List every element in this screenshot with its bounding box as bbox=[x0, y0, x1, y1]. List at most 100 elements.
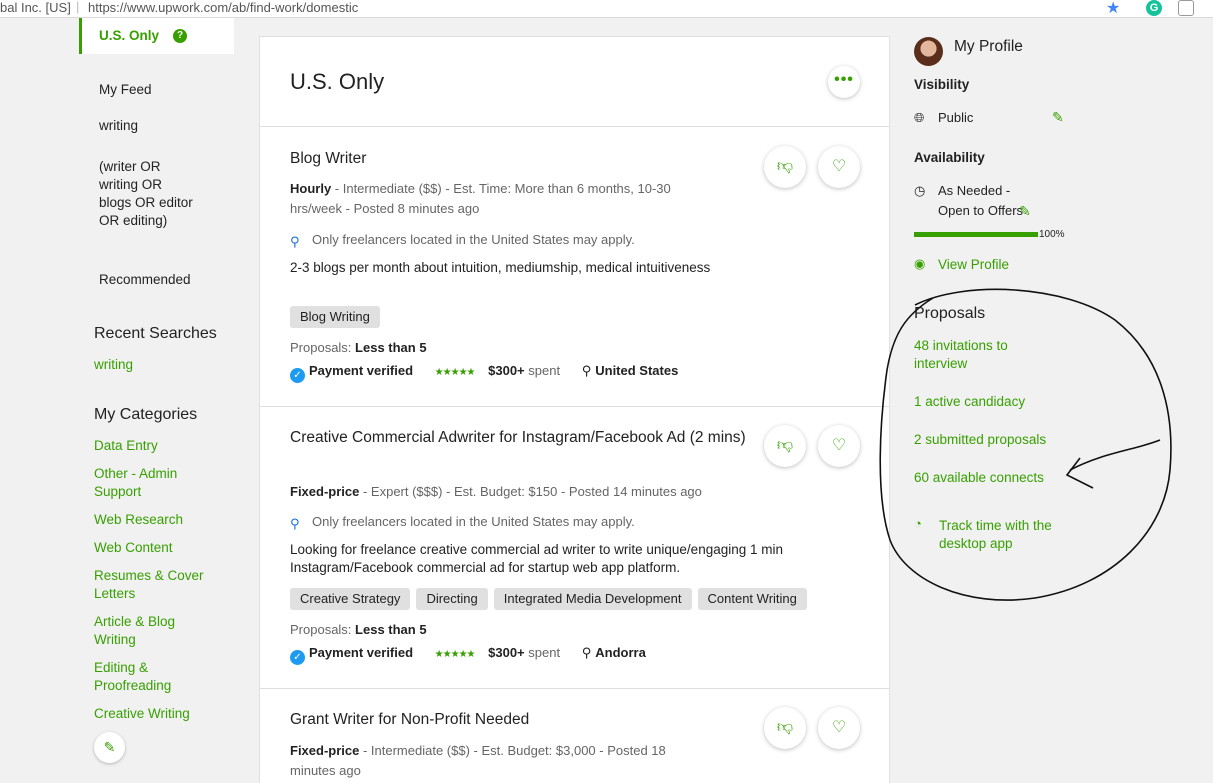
sidebar-item-writing[interactable]: writing bbox=[99, 117, 219, 135]
category-item[interactable]: Web Research bbox=[94, 511, 234, 529]
spent-label: spent bbox=[528, 645, 560, 660]
category-item[interactable]: Article & Blog Writing bbox=[94, 613, 199, 649]
location-pin-icon: ⚲ bbox=[290, 516, 302, 530]
available-connects-link[interactable]: 60 available connects bbox=[914, 469, 1084, 487]
thumbs-down-icon: 👎︎ bbox=[777, 158, 793, 175]
skill-tag[interactable]: Content Writing bbox=[698, 588, 807, 610]
job-tile[interactable]: Grant Writer for Non-Profit Needed 👎︎ ♡ … bbox=[260, 689, 889, 783]
job-meta: Hourly - Intermediate ($$) - Est. Time: … bbox=[290, 179, 720, 219]
location-pin-icon: ⚲ bbox=[582, 645, 592, 661]
job-type: Fixed-price bbox=[290, 743, 359, 758]
location-pin-icon: ⚲ bbox=[290, 234, 302, 248]
dislike-button[interactable]: 👎︎ bbox=[764, 425, 806, 467]
sidebar-item-recommended[interactable]: Recommended bbox=[99, 271, 219, 289]
skill-tag[interactable]: Creative Strategy bbox=[290, 588, 410, 610]
heart-icon: ♡ bbox=[832, 158, 846, 175]
help-icon[interactable]: ? bbox=[173, 29, 187, 43]
sidebar-item-label: U.S. Only bbox=[99, 28, 159, 43]
active-candidacy-link[interactable]: 1 active candidacy bbox=[914, 393, 1064, 411]
edit-availability-button[interactable]: ✎ bbox=[1019, 203, 1031, 220]
proposals-value: Less than 5 bbox=[355, 340, 427, 355]
skill-tags: Creative Strategy Directing Integrated Med… bbox=[290, 588, 813, 610]
dislike-button[interactable]: 👎︎ bbox=[764, 707, 806, 749]
category-item[interactable]: Web Content bbox=[94, 539, 234, 557]
availability-heading: Availability bbox=[914, 150, 985, 165]
skill-tag[interactable]: Integrated Media Development bbox=[494, 588, 692, 610]
category-item[interactable]: Resumes & Cover Letters bbox=[94, 567, 219, 603]
location-restriction: ⚲ Only freelancers located in the United … bbox=[290, 232, 635, 248]
bookmark-star-icon[interactable]: ★ bbox=[1106, 0, 1120, 18]
save-job-button[interactable]: ♡ bbox=[818, 425, 860, 467]
separator: | bbox=[76, 0, 79, 14]
timer-icon: ◔ bbox=[914, 516, 922, 531]
location-note: Only freelancers located in the United S… bbox=[312, 514, 635, 529]
job-type: Fixed-price bbox=[290, 484, 359, 499]
save-job-button[interactable]: ♡ bbox=[818, 146, 860, 188]
edit-visibility-button[interactable]: ✎ bbox=[1052, 109, 1064, 126]
extension-icon[interactable] bbox=[1178, 0, 1194, 16]
spent-amount: $300+ bbox=[488, 363, 525, 378]
site-identity[interactable]: bal Inc. [US] bbox=[0, 0, 71, 15]
job-title[interactable]: Blog Writer bbox=[290, 147, 760, 170]
save-job-button[interactable]: ♡ bbox=[818, 707, 860, 749]
job-title[interactable]: Grant Writer for Non-Profit Needed bbox=[290, 708, 760, 731]
job-description: Looking for freelance creative commercia… bbox=[290, 541, 870, 577]
avatar[interactable] bbox=[914, 37, 943, 66]
heart-icon: ♡ bbox=[832, 437, 846, 454]
profile-completeness-bar bbox=[914, 232, 1038, 237]
category-item[interactable]: Creative Writing bbox=[94, 705, 234, 723]
skill-tags: Blog Writing bbox=[290, 306, 386, 328]
clock-icon: ◷ bbox=[914, 183, 925, 199]
edit-categories-button[interactable]: ✎ bbox=[94, 732, 125, 763]
sidebar-item-saved-search[interactable]: (writer OR writing OR blogs OR editor OR… bbox=[99, 158, 194, 230]
visibility-value: Public bbox=[938, 108, 973, 128]
sidebar-item-us-only[interactable]: U.S. Only ? bbox=[79, 18, 234, 54]
proposals-count: Proposals: Less than 5 bbox=[290, 340, 427, 355]
client-info: ✓Payment verified ★★★★★ $300+ spent ⚲And… bbox=[290, 645, 646, 665]
job-type: Hourly bbox=[290, 181, 331, 196]
location-pin-icon: ⚲ bbox=[582, 363, 592, 379]
client-country: Andorra bbox=[595, 645, 646, 660]
spent-label: spent bbox=[528, 363, 560, 378]
verified-icon: ✓ bbox=[290, 368, 305, 383]
eye-icon: ◉ bbox=[914, 256, 925, 272]
view-profile-link[interactable]: View Profile bbox=[938, 256, 1088, 274]
dislike-button[interactable]: 👎︎ bbox=[764, 146, 806, 188]
proposals-label: Proposals: bbox=[290, 622, 351, 637]
grammarly-extension-icon[interactable]: G bbox=[1146, 0, 1162, 16]
heart-icon: ♡ bbox=[832, 719, 846, 736]
proposals-heading: Proposals bbox=[914, 305, 985, 323]
skill-tag[interactable]: Directing bbox=[416, 588, 487, 610]
verified-icon: ✓ bbox=[290, 650, 305, 665]
thumbs-down-icon: 👎︎ bbox=[777, 719, 793, 736]
client-country: United States bbox=[595, 363, 678, 378]
skill-tag[interactable]: Blog Writing bbox=[290, 306, 380, 328]
url-field[interactable]: https://www.upwork.com/ab/find-work/dome… bbox=[88, 0, 358, 15]
category-item[interactable]: Data Entry bbox=[94, 437, 234, 455]
rating-stars-icon: ★★★★★ bbox=[435, 367, 475, 378]
my-categories-heading: My Categories bbox=[94, 406, 197, 424]
category-item[interactable]: Editing & Proofreading bbox=[94, 659, 194, 695]
globe-icon: 🌐︎ bbox=[914, 110, 924, 126]
payment-status: Payment verified bbox=[309, 645, 413, 660]
category-item[interactable]: Other - Admin Support bbox=[94, 465, 204, 501]
location-note: Only freelancers located in the United S… bbox=[312, 232, 635, 247]
invitations-link[interactable]: 48 invitations to interview bbox=[914, 337, 1039, 373]
spent-amount: $300+ bbox=[488, 645, 525, 660]
page-title: U.S. Only bbox=[290, 69, 384, 95]
proposals-count: Proposals: Less than 5 bbox=[290, 622, 427, 637]
profile-title[interactable]: My Profile bbox=[954, 38, 1023, 56]
job-details: - Intermediate ($$) - Est. Time: More th… bbox=[290, 181, 671, 216]
job-tile[interactable]: Creative Commercial Adwriter for Instagr… bbox=[260, 407, 889, 689]
track-time-link[interactable]: Track time with the desktop app bbox=[939, 517, 1064, 553]
location-restriction: ⚲ Only freelancers located in the United … bbox=[290, 514, 635, 530]
sidebar-item-my-feed[interactable]: My Feed bbox=[99, 81, 219, 99]
submitted-proposals-link[interactable]: 2 submitted proposals bbox=[914, 431, 1084, 449]
more-options-button[interactable]: ••• bbox=[828, 66, 860, 98]
job-tile[interactable]: Blog Writer 👎︎ ♡ Hourly - Intermediate (… bbox=[260, 127, 889, 407]
recent-search-item[interactable]: writing bbox=[94, 356, 234, 374]
visibility-heading: Visibility bbox=[914, 77, 969, 92]
job-title[interactable]: Creative Commercial Adwriter for Instagr… bbox=[290, 426, 760, 449]
thumbs-down-icon: 👎︎ bbox=[777, 437, 793, 454]
job-meta: Fixed-price - Intermediate ($$) - Est. B… bbox=[290, 741, 710, 781]
